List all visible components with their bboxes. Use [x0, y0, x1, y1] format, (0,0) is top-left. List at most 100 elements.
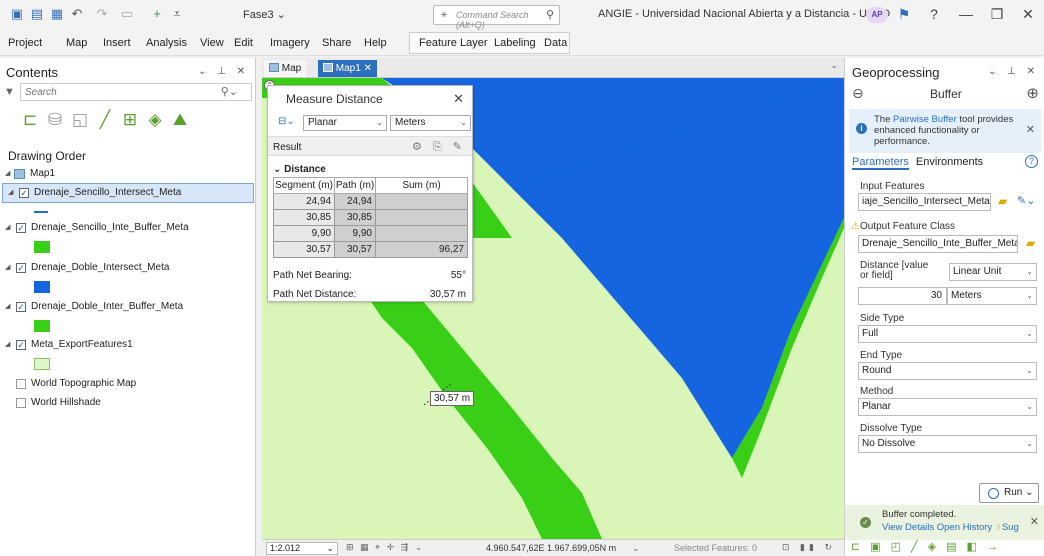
pairwise-buffer-link[interactable]: Pairwise Buffer	[893, 114, 957, 125]
side-type-select[interactable]: Full ⌄	[858, 325, 1037, 343]
help-icon[interactable]: ?	[1025, 155, 1038, 168]
tab-feature-layer[interactable]: Feature Layer	[419, 37, 487, 49]
layer-visibility-checkbox[interactable]: ✓	[19, 188, 29, 198]
add-icon[interactable]: ⊕	[1026, 84, 1039, 102]
fill-symbol[interactable]	[34, 358, 50, 370]
command-search-box[interactable]: ⚹ Command Search (Alt+Q) ⚲	[433, 5, 560, 30]
input-features-field[interactable]: iaje_Sencillo_Intersect_Meta ⌄	[858, 193, 991, 211]
search-input[interactable]	[20, 83, 252, 101]
distance-section[interactable]: ⌄ Distance	[273, 164, 326, 175]
restore-button[interactable]: ❐	[987, 6, 1007, 23]
fill-symbol[interactable]	[34, 281, 50, 293]
edit-icon[interactable]: ✎⌄	[1017, 194, 1035, 207]
layer-row[interactable]: ◢ ✓ Drenaje_Sencillo_Intersect_Meta	[2, 183, 254, 203]
collapse-icon[interactable]: ◢	[5, 165, 10, 183]
layer-visibility-checkbox[interactable]: ✓	[16, 223, 26, 233]
collapse-icon[interactable]: ◢	[5, 336, 10, 354]
coordinates-readout[interactable]: 4.960.547,62E 1.967.699,05N m	[486, 543, 616, 553]
open-project-icon[interactable]: ▤	[30, 7, 44, 21]
project-name[interactable]: Fase3 ⌄	[243, 8, 286, 21]
status-tools-icons[interactable]: ⊡ ▮▮ ↻	[782, 542, 836, 553]
pane-controls[interactable]: ⌄ ⊥ ✕	[198, 66, 249, 77]
tab-map[interactable]: Map	[66, 37, 87, 49]
tab-edit[interactable]: Edit	[234, 37, 253, 49]
output-feature-class-field[interactable]: Drenaje_Sencillo_Inte_Buffer_Meta	[858, 235, 1018, 253]
basemap-row[interactable]: World Topographic Map	[0, 375, 254, 393]
tab-list-chevron-icon[interactable]: ⌄	[830, 60, 838, 71]
list-by-drawing-order-icon[interactable]: ⊏	[20, 110, 40, 130]
tab-insert[interactable]: Insert	[103, 37, 131, 49]
result-tools-icons[interactable]: ⚙ ⎘ ✎	[412, 140, 466, 154]
collapse-icon[interactable]: ◢	[5, 259, 10, 277]
help-button[interactable]: ?	[924, 6, 944, 22]
layer-visibility-checkbox[interactable]	[16, 379, 26, 389]
folder-icon[interactable]: ▰	[998, 194, 1007, 208]
dissolve-type-select[interactable]: No Dissolve ⌄	[858, 435, 1037, 453]
add-icon[interactable]: +	[150, 7, 164, 21]
tab-map[interactable]: Map	[264, 60, 307, 77]
tab-help[interactable]: Help	[364, 37, 387, 49]
tree-map-node[interactable]: ◢ Map1	[0, 165, 254, 183]
layer-row[interactable]: ◢ ✓ Meta_ExportFeatures1	[0, 336, 254, 354]
list-by-snapping-icon[interactable]: ⊞	[120, 110, 140, 130]
pane-controls[interactable]: ⌄ ⊥ ✕	[988, 66, 1039, 77]
list-by-labeling-icon[interactable]: ◈	[145, 110, 165, 130]
close-icon[interactable]: ✕	[1026, 123, 1035, 136]
method-select[interactable]: Planar ⌄	[858, 398, 1037, 416]
layer-row[interactable]: ◢ ✓ Drenaje_Sencillo_Inte_Buffer_Meta	[0, 219, 254, 237]
bottom-pane-icons[interactable]: ⊏▣◰╱◈▤◧→	[851, 540, 1008, 553]
avatar[interactable]: AP	[866, 7, 888, 23]
layer-visibility-checkbox[interactable]: ✓	[16, 302, 26, 312]
list-by-selection-icon[interactable]: ◱	[70, 110, 90, 130]
measure-type-icon[interactable]: ⊟⌄	[278, 116, 295, 127]
layer-visibility-checkbox[interactable]: ✓	[16, 263, 26, 273]
close-icon[interactable]: ✕	[1030, 515, 1039, 528]
tab-share[interactable]: Share	[322, 37, 351, 49]
suggestion-link[interactable]: Sug	[1002, 522, 1019, 533]
basemap-row[interactable]: World Hillshade	[0, 394, 254, 412]
distance-unit-select[interactable]: Meters ⌄	[947, 287, 1037, 305]
distance-value-input[interactable]: 30	[858, 287, 947, 305]
layer-visibility-checkbox[interactable]: ✓	[16, 340, 26, 350]
measure-mode-select[interactable]: Planar ⌄	[303, 115, 387, 131]
close-icon[interactable]: ✕	[453, 91, 464, 107]
measure-units-select[interactable]: Meters ⌄	[390, 115, 471, 131]
collapse-icon[interactable]: ◢	[5, 298, 10, 316]
distance-type-select[interactable]: Linear Unit ⌄	[949, 263, 1037, 281]
folder-icon[interactable]: ▰	[1026, 236, 1035, 250]
fill-symbol[interactable]	[34, 320, 50, 332]
close-button[interactable]: ✕	[1018, 6, 1038, 23]
filter-icon[interactable]: ▼	[4, 86, 15, 98]
tab-data[interactable]: Data	[544, 37, 567, 49]
customize-toolbar-icon[interactable]: ⩡	[170, 7, 184, 21]
collapse-icon[interactable]: ◢	[8, 184, 13, 202]
map-tools-icons[interactable]: ⊞ ▦ ⌖ ✛ ⇶ ⌄	[346, 542, 424, 553]
back-icon[interactable]: ⊖	[852, 85, 864, 102]
tab-map1[interactable]: Map1 ✕	[318, 60, 377, 77]
tab-environments[interactable]: Environments	[916, 156, 983, 168]
layer-row[interactable]: ◢ ✓ Drenaje_Doble_Intersect_Meta	[0, 259, 254, 277]
window-layout-icon[interactable]: ▭	[120, 7, 134, 21]
tab-view[interactable]: View	[200, 37, 224, 49]
scale-selector[interactable]: 1:2.012 ⌄	[266, 542, 338, 555]
list-by-editing-icon[interactable]: ╱	[95, 110, 115, 130]
list-by-source-icon[interactable]: ⛁	[45, 110, 65, 130]
end-type-select[interactable]: Round ⌄	[858, 362, 1037, 380]
fill-symbol[interactable]	[34, 241, 50, 253]
tab-project[interactable]: Project	[8, 37, 42, 49]
tab-analysis[interactable]: Analysis	[146, 37, 187, 49]
minimize-button[interactable]: —	[956, 6, 976, 22]
view-details-link[interactable]: View Details	[882, 522, 934, 533]
tab-labeling[interactable]: Labeling	[494, 37, 536, 49]
redo-icon[interactable]: ↷	[95, 7, 109, 21]
new-project-icon[interactable]: ▣	[10, 7, 24, 21]
collapse-icon[interactable]: ◢	[5, 219, 10, 237]
undo-icon[interactable]: ↶	[70, 7, 84, 21]
list-by-perspective-icon[interactable]: ⛰	[170, 110, 190, 130]
selected-features-count[interactable]: Selected Features: 0	[674, 543, 757, 553]
open-history-link[interactable]: Open History	[937, 522, 992, 533]
tab-imagery[interactable]: Imagery	[270, 37, 310, 49]
tab-parameters[interactable]: Parameters	[852, 156, 909, 170]
chevron-down-icon[interactable]: ⌄	[632, 543, 640, 554]
save-project-icon[interactable]: ▦	[50, 7, 64, 21]
